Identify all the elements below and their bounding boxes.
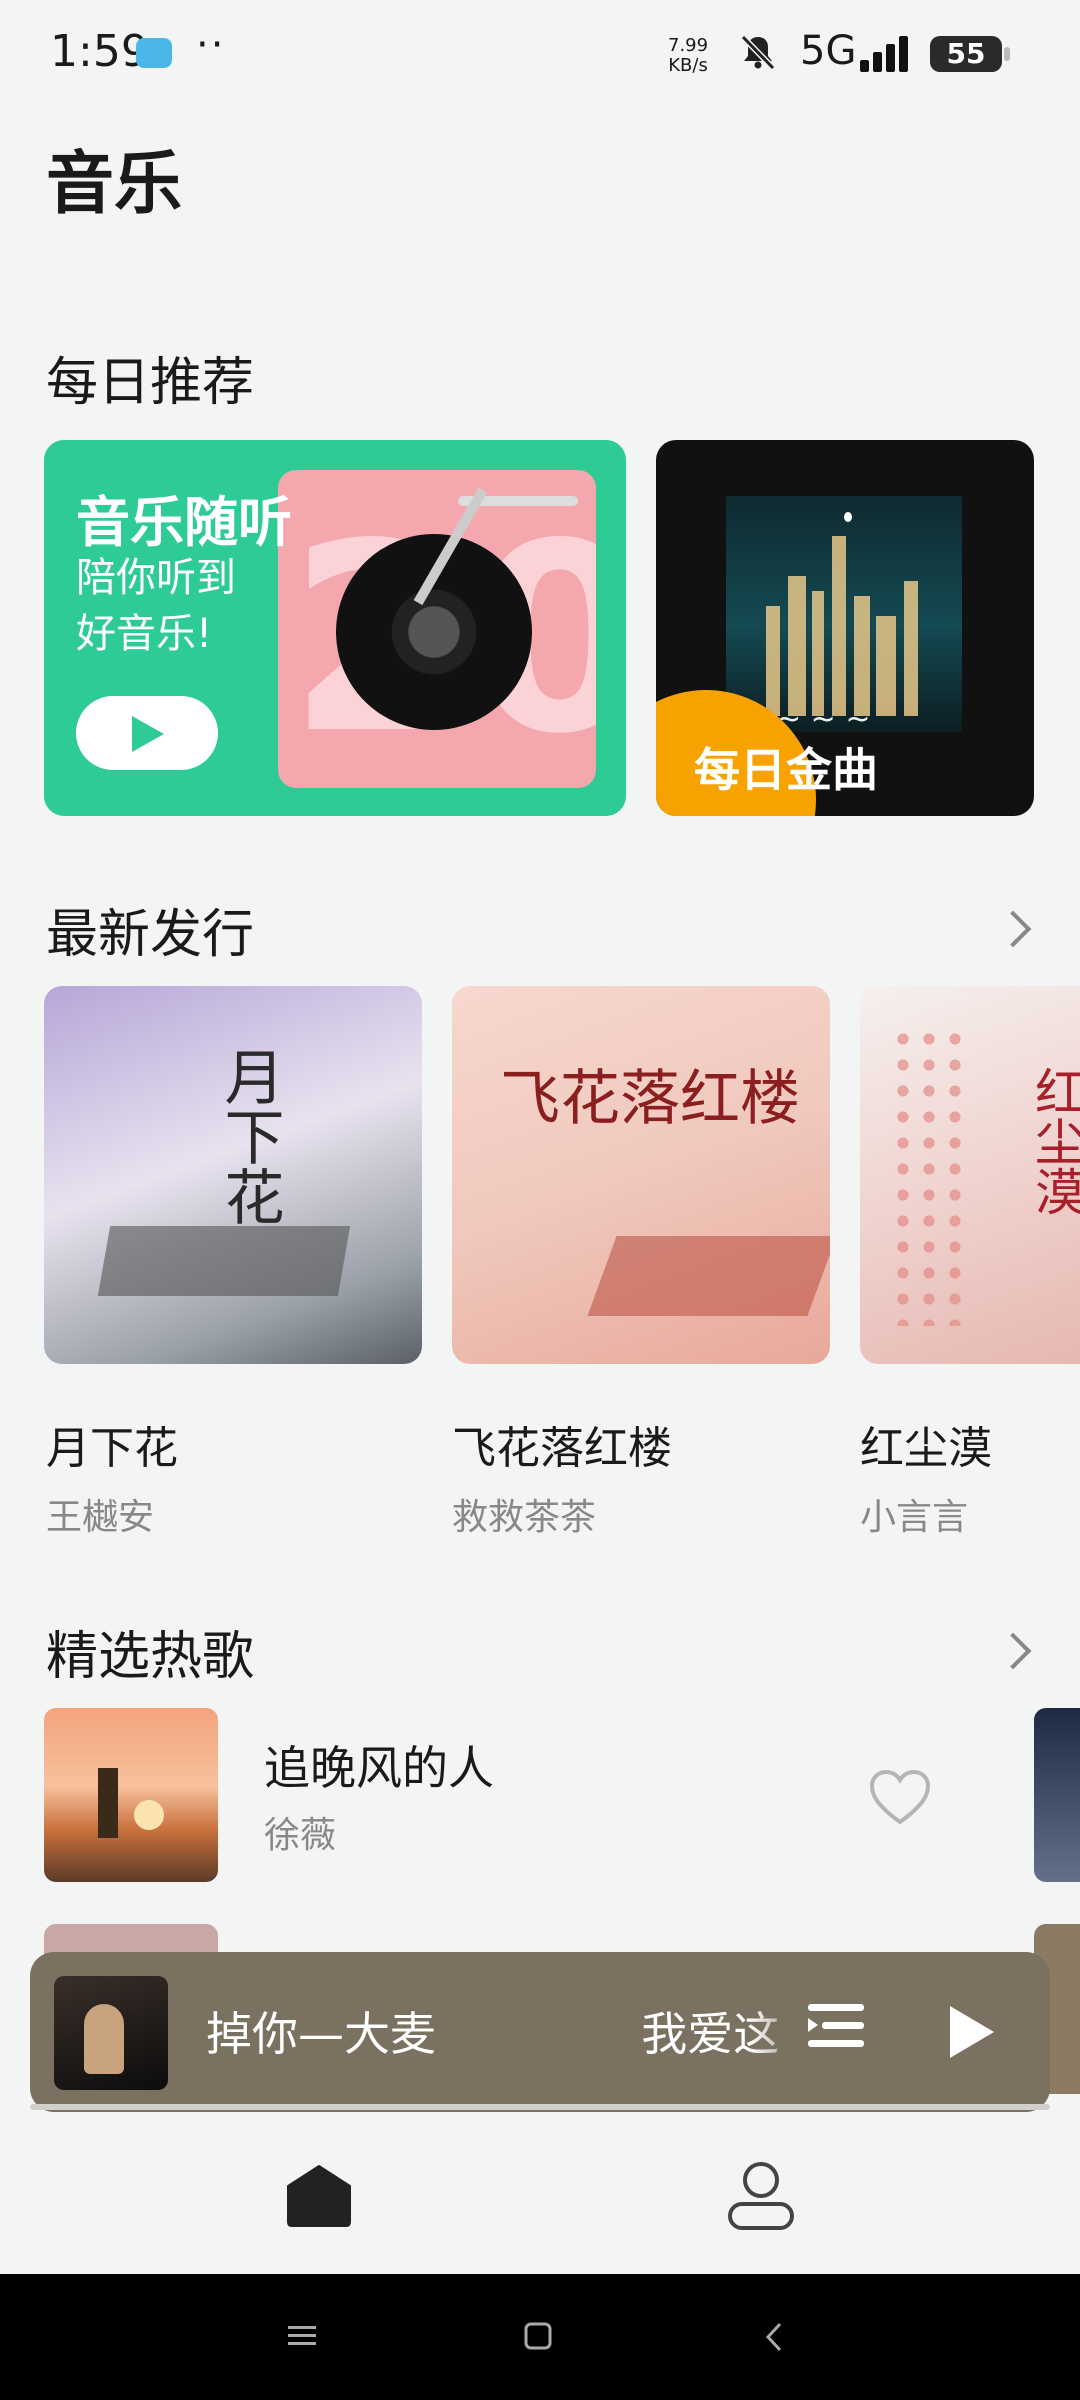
- record-artwork: 20: [278, 470, 596, 788]
- music-random-subtitle: 陪你听到 好音乐!: [76, 550, 276, 662]
- daily-hits-card[interactable]: ~ ~ ~ 每日金曲: [656, 440, 1034, 816]
- signal-icon: [860, 36, 908, 72]
- battery-tip: [1004, 47, 1010, 61]
- player-play-icon[interactable]: [950, 2006, 994, 2058]
- album-cover-3[interactable]: 红尘漠: [860, 986, 1080, 1364]
- now-playing-title: 掉你—大麦: [206, 2007, 436, 2061]
- subtitle-line-2: 好音乐!: [76, 611, 213, 657]
- page-title: 音乐: [46, 145, 183, 224]
- song-artist-1: 徐薇: [264, 1815, 337, 1856]
- play-icon: [132, 716, 164, 752]
- album-cover-1-text: 月下花: [214, 1046, 284, 1226]
- mini-player[interactable]: 掉你—大麦 我爱这: [30, 1952, 1050, 2112]
- music-random-card[interactable]: 20 音乐随听 陪你听到 好音乐!: [44, 440, 626, 816]
- daily-hits-label: 每日金曲: [694, 743, 878, 797]
- status-bar: 1:59 ·· 7.99 KB/s 5G 55: [0, 0, 1080, 110]
- mute-bell-icon: [740, 34, 776, 71]
- music-random-title: 音乐随听: [76, 491, 292, 554]
- hot-songs-title: 精选热歌: [46, 1627, 255, 1687]
- battery-indicator: 55: [930, 36, 1002, 72]
- playlist-icon[interactable]: [808, 2000, 868, 2060]
- status-time: 1:59: [50, 26, 149, 77]
- home-icon[interactable]: [286, 2164, 352, 2228]
- now-playing-cover[interactable]: [54, 1976, 168, 2090]
- album-title-1[interactable]: 月下花: [46, 1412, 178, 1476]
- hot-songs-more-chevron-icon[interactable]: [994, 1632, 1032, 1670]
- album-cover-2-text: 飞花落红楼: [500, 1064, 800, 1134]
- album-title-3[interactable]: 红尘漠: [860, 1412, 992, 1476]
- new-releases-title: 最新发行: [46, 905, 255, 965]
- app-notification-icon: [136, 38, 172, 68]
- song-cover-1[interactable]: [44, 1708, 218, 1882]
- network-type: 5G: [800, 28, 857, 74]
- back-icon[interactable]: [764, 2322, 784, 2352]
- song-cover-next-partial[interactable]: [1034, 1708, 1080, 1882]
- album-cover-3-text: 红尘漠: [1027, 1066, 1080, 1216]
- network-speed-unit: KB/s: [668, 55, 708, 76]
- new-releases-more-chevron-icon[interactable]: [994, 910, 1032, 948]
- album-artist-2: 救救茶茶: [452, 1497, 597, 1538]
- album-artist-1: 王樾安: [46, 1497, 155, 1538]
- song-title-1[interactable]: 追晚风的人: [264, 1732, 494, 1798]
- subtitle-line-1: 陪你听到: [76, 555, 236, 601]
- profile-icon[interactable]: [726, 2160, 796, 2230]
- album-cover-1[interactable]: 月下花: [44, 986, 422, 1364]
- playback-progress[interactable]: [30, 2104, 1050, 2110]
- heart-icon[interactable]: [868, 1768, 932, 1826]
- network-speed-value: 7.99: [668, 35, 709, 56]
- album-cover-2[interactable]: 飞花落红楼: [452, 986, 830, 1364]
- daily-section-title: 每日推荐: [46, 353, 255, 413]
- more-notifications-icon: ··: [196, 22, 226, 68]
- album-title-2[interactable]: 飞花落红楼: [452, 1412, 672, 1476]
- music-random-play-button[interactable]: [76, 696, 218, 770]
- city-night-artwork: [726, 496, 962, 732]
- album-artist-3: 小言言: [860, 1497, 969, 1538]
- home-nav-icon[interactable]: [524, 2322, 552, 2350]
- text-fade: [750, 1952, 810, 2112]
- menu-icon[interactable]: [288, 2324, 316, 2348]
- network-speed: 7.99 KB/s: [668, 36, 708, 76]
- system-navigation-bar: [0, 2274, 1080, 2400]
- now-playing-text[interactable]: 掉你—大麦 我爱这: [206, 1998, 779, 2064]
